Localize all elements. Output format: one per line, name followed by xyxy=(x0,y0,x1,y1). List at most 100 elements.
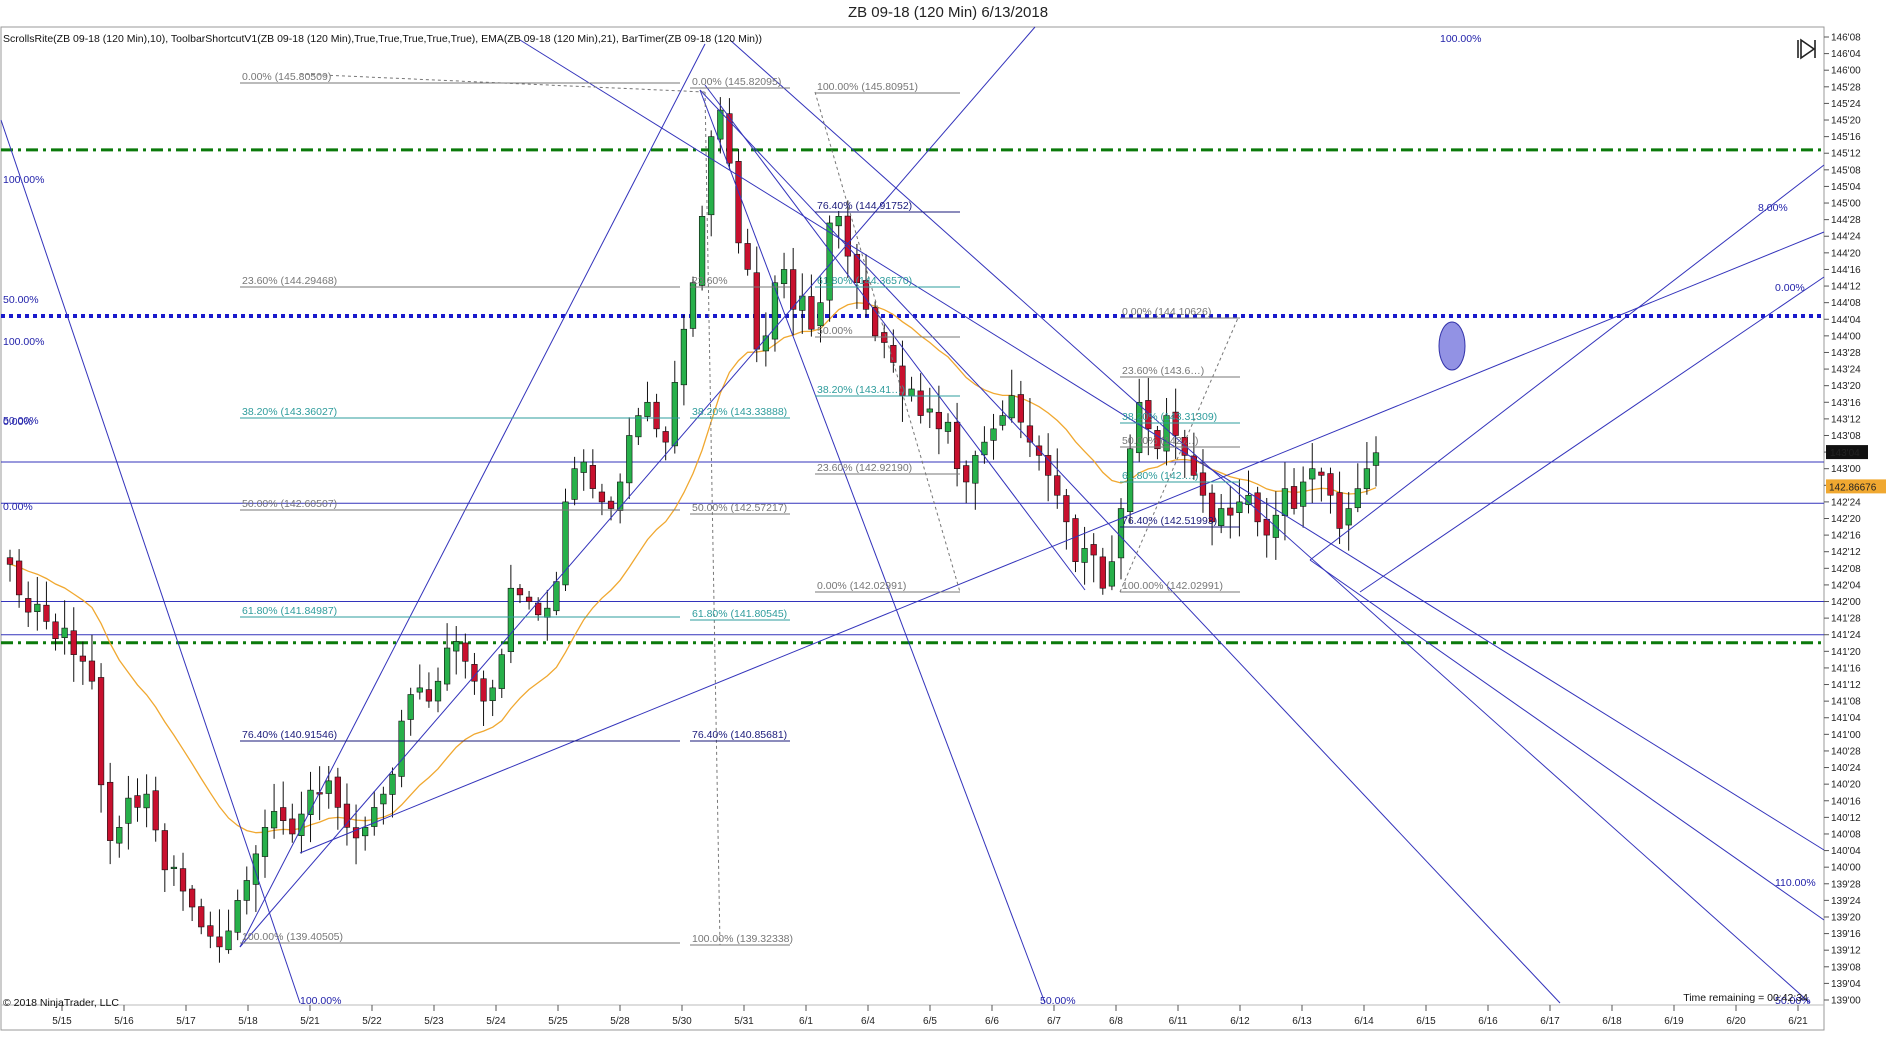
price-tick-label: 139'24 xyxy=(1831,896,1861,907)
candle-down xyxy=(607,500,615,509)
candle-down xyxy=(216,936,223,948)
candle-up xyxy=(671,382,678,447)
price-tick-label: 139'16 xyxy=(1831,929,1861,940)
time-tick-label: 5/25 xyxy=(548,1016,568,1027)
price-tick-label: 144'12 xyxy=(1831,282,1861,293)
time-tick-label: 5/28 xyxy=(610,1016,630,1027)
time-tick-label: 5/15 xyxy=(52,1016,72,1027)
candle-down xyxy=(516,588,524,596)
candle-up xyxy=(1372,452,1380,466)
fib-level-label: 76.40% (140.91546) xyxy=(242,729,337,741)
candle-down xyxy=(70,630,77,655)
candle-up xyxy=(362,827,369,837)
pitchfork-label: 110.00% xyxy=(1775,877,1816,889)
candle-up xyxy=(416,687,423,693)
time-tick-label: 5/22 xyxy=(362,1016,382,1027)
price-tick-label: 143'00 xyxy=(1831,464,1861,475)
pitchfork-label: 0.00% xyxy=(3,501,33,513)
candle-down xyxy=(52,621,59,640)
candle-down xyxy=(425,689,433,702)
price-axis: 146'08 146'04 146'00 145'28 145'24 145'20 145'… xyxy=(1824,33,1886,1007)
price-tick-label: 143'16 xyxy=(1831,398,1861,409)
candle-down xyxy=(753,272,760,350)
candle-up xyxy=(34,603,41,612)
chart-window: ZB 09-18 (120 Min) 6/13/2018 0.00% (145.… xyxy=(0,0,1896,1055)
price-tick-label: 145'20 xyxy=(1831,116,1861,127)
candle-up xyxy=(708,136,715,216)
pitchfork-label: 0.00% xyxy=(1775,282,1805,294)
candle-down xyxy=(289,818,296,835)
candle-up xyxy=(489,687,496,702)
candle-down xyxy=(25,598,32,613)
price-tick-label: 144'08 xyxy=(1831,298,1861,309)
candle-down xyxy=(152,790,159,831)
candle-down xyxy=(917,390,924,416)
price-tick-label: 144'24 xyxy=(1831,232,1861,243)
fib-level-label: 0.00% (145.80509) xyxy=(242,71,331,83)
candle-up xyxy=(908,388,915,397)
candle-down xyxy=(1318,471,1325,476)
candle-up xyxy=(780,269,788,285)
pitchfork-label: 100.00% xyxy=(1440,33,1481,45)
candle-down xyxy=(480,678,487,702)
candle-down xyxy=(462,642,469,662)
price-tick-label: 141'24 xyxy=(1831,630,1861,641)
time-tick-label: 5/21 xyxy=(300,1016,320,1027)
candle-up xyxy=(407,694,414,720)
candle-up xyxy=(617,481,624,511)
candle-down xyxy=(808,296,815,330)
price-tick-label: 146'08 xyxy=(1831,33,1861,44)
candle-up xyxy=(1363,468,1371,490)
candle-down xyxy=(334,776,341,808)
candle-up xyxy=(1345,508,1352,526)
price-tick-label: 140'24 xyxy=(1831,763,1861,774)
fib-level-label: 23.60% (143.6…) xyxy=(1122,365,1204,377)
toolbar-toggle-icon[interactable] xyxy=(1795,38,1817,60)
candle-up xyxy=(1309,468,1316,480)
candle-down xyxy=(15,560,23,596)
price-tick-label: 141'12 xyxy=(1831,680,1861,691)
time-tick-label: 5/24 xyxy=(486,1016,506,1027)
fib-level-label: 50.00% xyxy=(817,325,853,337)
candle-down xyxy=(161,830,168,871)
candle-up xyxy=(926,408,933,413)
fib-level-label: 100.00% (145.80951) xyxy=(817,81,918,93)
candle-down xyxy=(790,269,797,310)
price-tick-label: 144'00 xyxy=(1831,331,1861,342)
candle-down xyxy=(207,925,214,937)
price-tick-label: 142'12 xyxy=(1831,547,1861,558)
candle-down xyxy=(598,491,606,503)
candle-down xyxy=(1099,556,1106,589)
time-tick-label: 6/14 xyxy=(1354,1016,1374,1027)
candle-up xyxy=(571,468,578,500)
price-tick-label: 142'20 xyxy=(1831,514,1861,525)
price-tick-label: 141'16 xyxy=(1831,663,1861,674)
pitchfork-label: 50.00% xyxy=(3,415,39,427)
price-tick-label: 140'08 xyxy=(1831,829,1861,840)
time-tick-label: 5/16 xyxy=(114,1016,134,1027)
price-tick-label: 141'00 xyxy=(1831,730,1861,741)
pitchfork-label: 100.00% xyxy=(3,174,44,186)
candle-up xyxy=(498,654,505,689)
price-tick-label: 140'16 xyxy=(1831,796,1861,807)
pitchfork-label: 50.00% xyxy=(3,294,39,306)
candle-down xyxy=(653,401,660,430)
candle-down xyxy=(179,868,187,892)
candle-down xyxy=(589,465,596,489)
price-tick-label: 140'00 xyxy=(1831,863,1861,874)
candle-up xyxy=(507,587,514,652)
chart-canvas[interactable]: 0.00% (145.80509) 23.60% (144.29468) 38.20… xyxy=(0,0,1896,1055)
price-tick-label: 139'20 xyxy=(1831,912,1861,923)
candle-down xyxy=(1054,475,1061,496)
fib-level-label: 0.00% (142.02991) xyxy=(817,580,906,592)
ema-price-label: 142.86676 xyxy=(1829,482,1877,493)
candle-up xyxy=(1236,501,1243,513)
price-tick-label: 140'04 xyxy=(1831,846,1861,857)
time-tick-label: 6/5 xyxy=(923,1016,937,1027)
candle-up xyxy=(626,435,633,484)
pitchfork-label: 8.00% xyxy=(1758,202,1788,214)
candle-up xyxy=(1354,488,1361,509)
candle-down xyxy=(662,431,669,443)
fib-level-label: 50.00% (142.60507) xyxy=(242,498,337,510)
time-tick-label: 6/12 xyxy=(1230,1016,1250,1027)
